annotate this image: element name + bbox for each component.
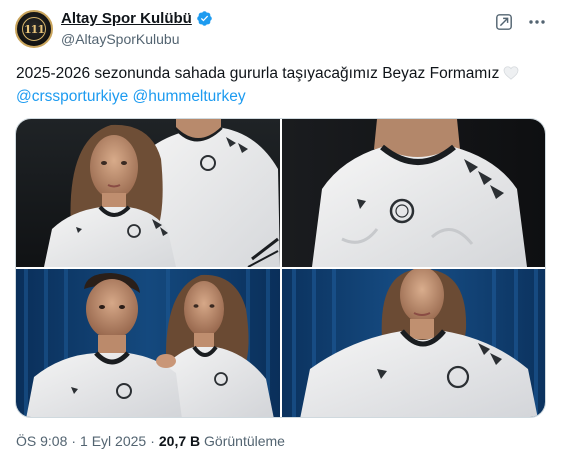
- tweet-meta: ÖS 9:08 · 1 Eyl 2025 · 20,7 B Görüntüleme: [16, 433, 285, 449]
- photo-couple-blue[interactable]: [16, 269, 280, 417]
- grok-icon[interactable]: [495, 13, 513, 31]
- photo-female-blue-image: [282, 269, 545, 417]
- photo-female-blue[interactable]: [282, 269, 545, 417]
- views-label: Görüntüleme: [204, 433, 285, 449]
- white-heart-icon: [503, 66, 519, 80]
- tweet-mentions-line: @crssporturkiye @hummelturkey: [16, 85, 551, 108]
- tweet-text-line: 2025-2026 sezonunda sahada gururla taşıy…: [16, 62, 551, 85]
- author-display-name[interactable]: Altay Spor Kulübü: [61, 10, 192, 27]
- mention-link[interactable]: @crssporturkiye: [16, 88, 128, 105]
- tweet-body-text: 2025-2026 sezonunda sahada gururla taşıy…: [16, 65, 500, 82]
- separator-dot: ·: [71, 433, 77, 449]
- tweet-text: 2025-2026 sezonunda sahada gururla taşıy…: [16, 62, 551, 108]
- verified-badge-icon[interactable]: [196, 10, 213, 27]
- photo-couple-left[interactable]: [16, 119, 280, 267]
- author-handle[interactable]: @AltaySporKulubu: [61, 31, 180, 47]
- avatar[interactable]: 111: [15, 10, 53, 48]
- photo-male-chest[interactable]: [282, 119, 545, 267]
- media-grid: [15, 118, 546, 418]
- avatar-logo: 111: [22, 17, 46, 41]
- photo-couple-left-image: [16, 119, 280, 267]
- more-options-icon[interactable]: [527, 13, 547, 31]
- views-count[interactable]: 20,7 B: [159, 433, 200, 449]
- photo-couple-blue-image: [16, 269, 280, 417]
- separator-dot: ·: [150, 433, 155, 449]
- mention-link[interactable]: @hummelturkey: [133, 88, 246, 105]
- photo-male-chest-image: [282, 119, 545, 267]
- tweet-card[interactable]: 111 Altay Spor Kulübü @AltaySporKulubu 2…: [0, 0, 561, 473]
- tweet-time[interactable]: ÖS 9:08: [16, 433, 67, 449]
- author-name-row: Altay Spor Kulübü: [61, 10, 213, 27]
- tweet-date[interactable]: 1 Eyl 2025: [80, 433, 146, 449]
